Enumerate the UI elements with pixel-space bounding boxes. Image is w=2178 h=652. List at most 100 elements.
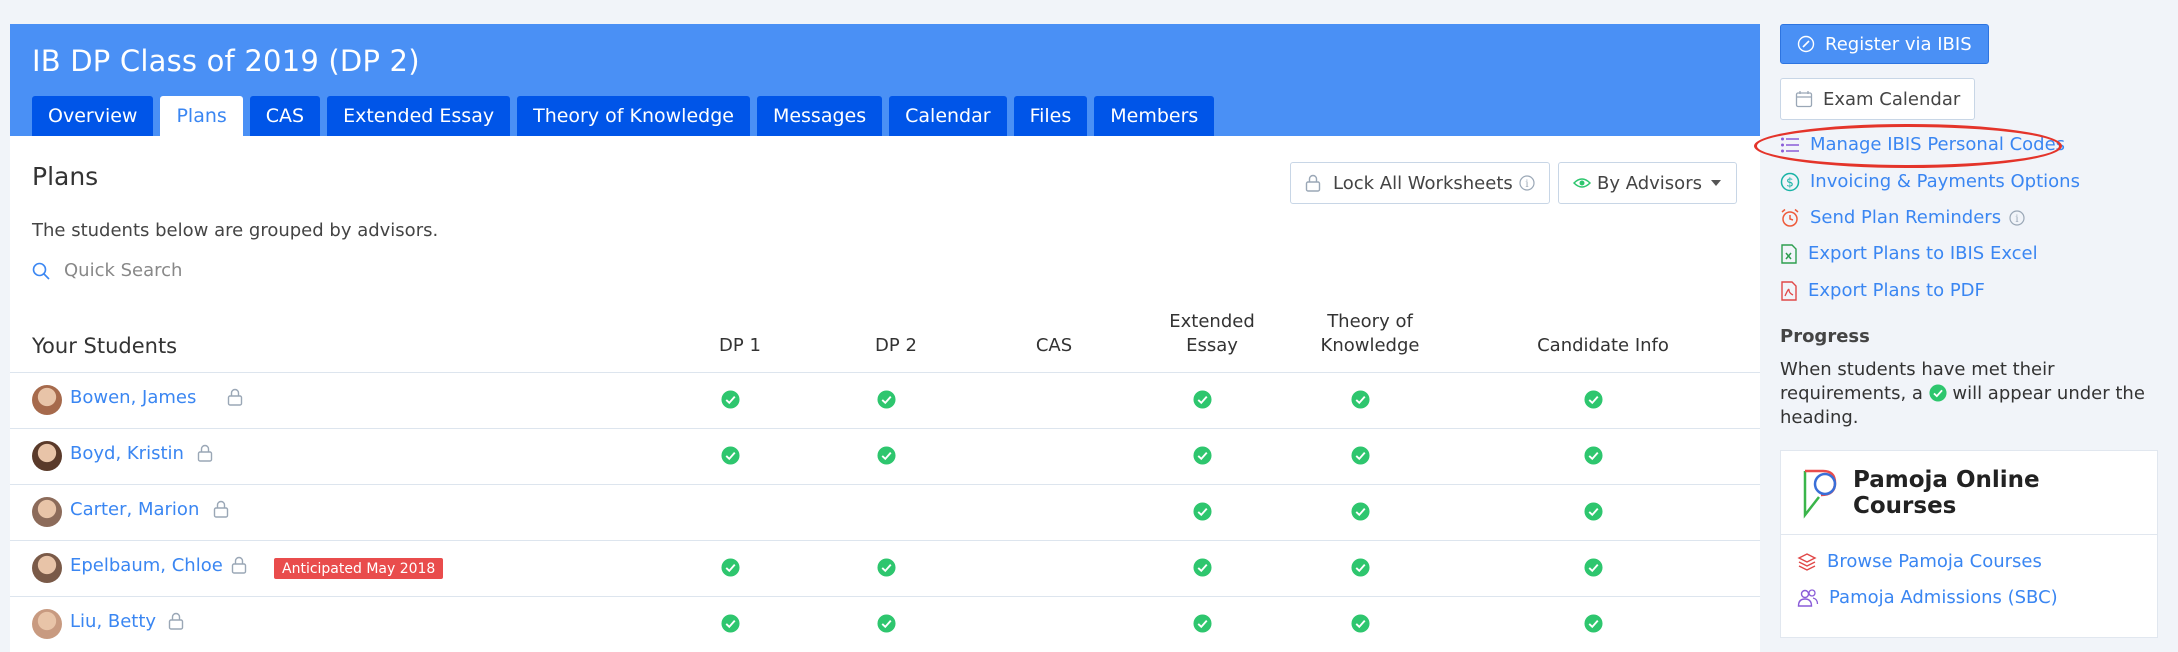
pamoja-card-header: Pamoja Online Courses — [1781, 451, 2157, 535]
svg-text:$: $ — [1786, 175, 1794, 189]
calendar-icon — [1795, 91, 1813, 108]
send-reminders-label: Send Plan Reminders — [1810, 207, 2002, 228]
export-ibis-excel-link[interactable]: Export Plans to IBIS Excel — [1780, 243, 2038, 264]
check-ee-icon — [1193, 614, 1212, 633]
avatar[interactable] — [32, 497, 62, 527]
exam-calendar-label: Exam Calendar — [1823, 88, 1961, 110]
lock-all-worksheets-button[interactable]: Lock All Worksheets i — [1290, 162, 1550, 204]
pamoja-card: Pamoja Online Courses Browse Pamoja Cour… — [1780, 450, 2158, 638]
grouping-description: The students below are grouped by adviso… — [32, 220, 439, 241]
col-dp2: DP 2 — [875, 335, 917, 356]
svg-text:i: i — [2015, 214, 2018, 225]
col-dp1: DP 1 — [719, 335, 761, 356]
register-via-ibis-button[interactable]: Register via IBIS — [1780, 24, 1989, 64]
col-tok-line2: Knowledge — [1320, 335, 1420, 356]
lock-all-worksheets-label: Lock All Worksheets — [1333, 172, 1513, 194]
invoicing-payments-link[interactable]: $ Invoicing & Payments Options — [1780, 171, 2080, 192]
check-ee-icon — [1193, 446, 1212, 465]
check-circle-icon — [1929, 384, 1947, 402]
progress-description: When students have met their requirement… — [1780, 358, 2160, 430]
tab-members[interactable]: Members — [1094, 96, 1215, 136]
info-icon: i — [2009, 209, 2025, 226]
avatar[interactable] — [32, 609, 62, 639]
export-pdf-link[interactable]: Export Plans to PDF — [1780, 280, 1985, 301]
alarm-clock-icon — [1781, 208, 1799, 227]
col-your-students: Your Students — [32, 334, 178, 358]
group-by-label: By Advisors — [1597, 172, 1702, 194]
avatar[interactable] — [32, 441, 62, 471]
col-candidate-info: Candidate Info — [1537, 335, 1669, 356]
layers-icon — [1797, 552, 1817, 571]
exam-calendar-button[interactable]: Exam Calendar — [1780, 78, 1976, 120]
check-candidate-icon — [1584, 502, 1603, 521]
tab-messages[interactable]: Messages — [756, 96, 883, 136]
lock-icon[interactable] — [168, 612, 184, 634]
student-name-link[interactable]: Liu, Betty — [70, 611, 156, 632]
lock-icon[interactable] — [213, 500, 229, 522]
send-plan-reminders-link[interactable]: Send Plan Reminders i — [1780, 207, 2035, 228]
check-ee-icon — [1193, 502, 1212, 521]
excel-file-icon — [1781, 243, 1797, 264]
check-tok-icon — [1351, 614, 1370, 633]
check-candidate-icon — [1584, 446, 1603, 465]
search-icon — [32, 262, 50, 280]
check-dp2-icon — [877, 558, 896, 577]
check-dp2-icon — [877, 390, 896, 409]
export-excel-label: Export Plans to IBIS Excel — [1808, 243, 2038, 264]
check-tok-icon — [1351, 390, 1370, 409]
check-tok-icon — [1351, 502, 1370, 521]
tab-files[interactable]: Files — [1013, 96, 1088, 136]
pamoja-title-line2: Courses — [1853, 493, 1957, 519]
table-row: Liu, Betty — [10, 596, 1760, 652]
col-extended-essay-line2: Essay — [1186, 335, 1238, 356]
svg-text:i: i — [1525, 179, 1528, 190]
tab-plans[interactable]: Plans — [160, 96, 243, 136]
lock-icon[interactable] — [227, 388, 243, 410]
check-dp1-icon — [721, 446, 740, 465]
pamoja-title: Pamoja Online Courses — [1853, 467, 2053, 519]
compass-icon — [1797, 35, 1815, 53]
table-row: Carter, Marion — [10, 484, 1760, 540]
student-name-link[interactable]: Boyd, Kristin — [70, 443, 184, 464]
table-row: Boyd, Kristin — [10, 428, 1760, 484]
check-dp1-icon — [721, 558, 740, 577]
tab-bar: Overview Plans CAS Extended Essay Theory… — [32, 96, 1221, 136]
student-name-link[interactable]: Carter, Marion — [70, 499, 199, 520]
col-extended-essay: Extended Essay — [1142, 310, 1282, 358]
quick-search[interactable]: Quick Search — [32, 260, 182, 281]
check-dp1-icon — [721, 390, 740, 409]
info-icon: i — [1519, 175, 1535, 191]
col-theory-of-knowledge: Theory of Knowledge — [1300, 310, 1440, 358]
check-ee-icon — [1193, 558, 1212, 577]
check-candidate-icon — [1584, 390, 1603, 409]
student-name-link[interactable]: Epelbaum, Chloe — [70, 555, 223, 576]
browse-pamoja-courses-link[interactable]: Browse Pamoja Courses — [1797, 551, 2042, 572]
tab-calendar[interactable]: Calendar — [889, 96, 1007, 136]
pamoja-admissions-link[interactable]: Pamoja Admissions (SBC) — [1797, 587, 2058, 608]
tab-cas[interactable]: CAS — [249, 96, 321, 136]
pamoja-title-line1: Pamoja Online — [1853, 467, 2040, 493]
tab-overview[interactable]: Overview — [32, 96, 154, 136]
pamoja-admissions-label: Pamoja Admissions (SBC) — [1829, 587, 2058, 608]
browse-pamoja-label: Browse Pamoja Courses — [1827, 551, 2042, 572]
group-by-advisors-dropdown[interactable]: By Advisors — [1558, 162, 1737, 204]
tab-theory-of-knowledge[interactable]: Theory of Knowledge — [517, 96, 750, 136]
check-tok-icon — [1351, 446, 1370, 465]
check-candidate-icon — [1584, 558, 1603, 577]
avatar[interactable] — [32, 385, 62, 415]
search-input[interactable]: Quick Search — [64, 260, 182, 281]
tab-extended-essay[interactable]: Extended Essay — [327, 96, 511, 136]
lock-icon[interactable] — [231, 556, 247, 578]
caret-down-icon — [1710, 180, 1721, 186]
lock-icon[interactable] — [197, 444, 213, 466]
avatar[interactable] — [32, 553, 62, 583]
check-dp2-icon — [877, 614, 896, 633]
check-ee-icon — [1193, 390, 1212, 409]
student-name-link[interactable]: Bowen, James — [70, 387, 196, 408]
col-cas: CAS — [1035, 335, 1073, 356]
highlight-oval — [1754, 124, 2062, 168]
main-panel: IB DP Class of 2019 (DP 2) Overview Plan… — [10, 24, 1760, 652]
check-candidate-icon — [1584, 614, 1603, 633]
pamoja-logo — [1803, 469, 1837, 519]
pdf-file-icon — [1781, 280, 1797, 301]
